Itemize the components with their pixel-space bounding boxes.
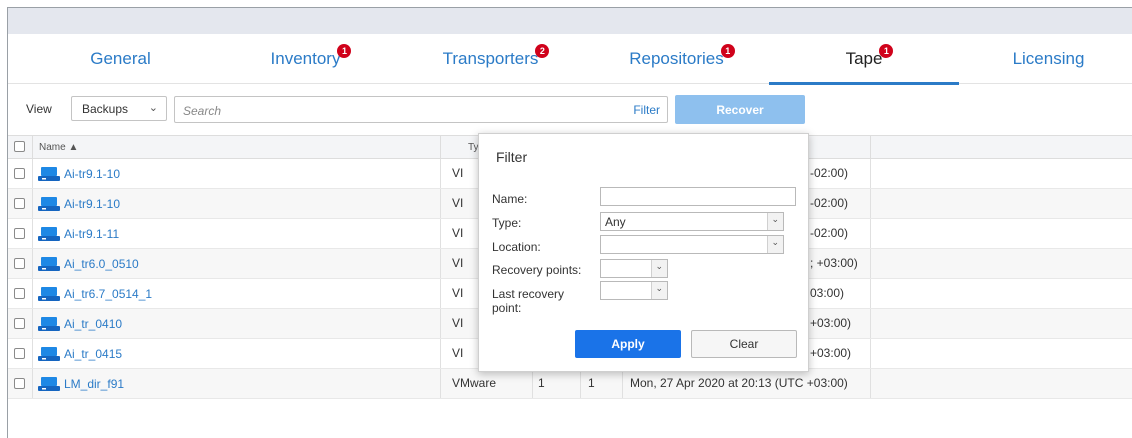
table-row[interactable]: LM_dir_f91 VMware 1 1 Mon, 27 Apr 2020 a…: [8, 369, 1132, 399]
tab-licensing[interactable]: Licensing: [965, 34, 1132, 84]
row-type: VI: [452, 256, 464, 270]
apply-button[interactable]: Apply: [575, 330, 681, 358]
filter-title: Filter: [496, 149, 528, 165]
chevron-down-icon: ⌄: [655, 261, 663, 271]
row-checkbox[interactable]: [14, 228, 25, 239]
row-checkbox[interactable]: [14, 168, 25, 179]
backup-name-link[interactable]: LM_dir_f91: [64, 377, 124, 391]
row-last-recovery-point: ; +03:00): [810, 256, 858, 270]
row-checkbox[interactable]: [14, 378, 25, 389]
last-recovery-point-label: Last recovery point:: [492, 287, 564, 315]
row-last-recovery-point: -02:00): [810, 196, 849, 210]
tape-icon: [38, 197, 60, 211]
notification-badge: 1: [720, 44, 735, 58]
row-type: VI: [452, 166, 464, 180]
name-field[interactable]: [600, 187, 796, 206]
column-header-name[interactable]: Name ▲: [39, 142, 78, 153]
search-placeholder: Search: [183, 104, 222, 118]
tape-icon: [38, 167, 60, 181]
tab-label: Inventory: [270, 49, 341, 68]
chevron-down-icon: ⌄: [771, 214, 779, 224]
toolbar: View Backups ⌄ Search Filter Recover: [8, 84, 1132, 134]
tab-bar: General Inventory 1 Transporters 2 Reposit…: [8, 34, 1132, 85]
row-type: VI: [452, 286, 464, 300]
column-header-type[interactable]: Ty: [468, 142, 479, 153]
tab-tape[interactable]: Tape 1: [769, 34, 959, 85]
row-count: 1: [588, 376, 595, 390]
tape-icon: [38, 227, 60, 241]
column-divider: [32, 136, 33, 159]
row-last-recovery-point: Mon, 27 Apr 2020 at 20:13 (UTC +03:00): [630, 376, 848, 390]
view-label: View: [26, 102, 52, 116]
row-checkbox[interactable]: [14, 318, 25, 329]
row-type: VMware: [452, 376, 497, 390]
location-label: Location:: [492, 240, 541, 254]
tape-icon: [38, 347, 60, 361]
view-select[interactable]: Backups ⌄: [71, 96, 167, 121]
row-recovery-points: 1: [538, 376, 545, 390]
view-select-value: Backups: [82, 102, 129, 116]
last-recovery-point-select[interactable]: ⌄: [600, 281, 668, 300]
name-label: Name:: [492, 192, 528, 206]
tape-icon: [38, 317, 60, 331]
chevron-down-icon: ⌄: [148, 102, 158, 114]
row-last-recovery-point: 03:00): [810, 286, 845, 300]
tab-label: Tape: [845, 49, 883, 68]
row-type: VI: [452, 226, 464, 240]
type-label: Type:: [492, 216, 522, 230]
tab-label: General: [90, 49, 151, 68]
tape-icon: [38, 377, 60, 391]
label-line: Last recovery: [492, 287, 565, 301]
notification-badge: 1: [337, 44, 352, 58]
row-checkbox[interactable]: [14, 288, 25, 299]
chevron-down-icon: ⌄: [771, 237, 779, 247]
backup-name-link[interactable]: Ai-tr9.1-10: [64, 167, 120, 181]
column-divider: [440, 136, 441, 159]
chevron-down-icon: ⌄: [655, 283, 663, 293]
location-select[interactable]: ⌄: [600, 235, 784, 254]
tab-label: Repositories: [629, 49, 724, 68]
notification-badge: 1: [879, 44, 894, 58]
clear-button[interactable]: Clear: [691, 330, 797, 358]
row-type: VI: [452, 196, 464, 210]
backup-name-link[interactable]: Ai-tr9.1-10: [64, 197, 120, 211]
tab-label: Licensing: [1012, 49, 1085, 68]
recover-button[interactable]: Recover: [675, 95, 805, 124]
backup-name-link[interactable]: Ai_tr_0415: [64, 347, 122, 361]
row-type: VI: [452, 316, 464, 330]
row-last-recovery-point: -02:00): [810, 166, 849, 180]
top-bar: [8, 8, 1132, 34]
tab-label: Transporters: [442, 49, 539, 68]
column-header-label: Name: [39, 142, 66, 153]
notification-badge: 2: [535, 44, 550, 58]
backup-name-link[interactable]: Ai_tr_0410: [64, 317, 122, 331]
recovery-points-label: Recovery points:: [492, 263, 582, 277]
filter-link[interactable]: Filter: [633, 103, 660, 117]
filter-popup: Filter Name: Type: Any ⌄ Location: ⌄ Rec…: [478, 133, 809, 372]
backup-name-link[interactable]: Ai-tr9.1-11: [64, 227, 119, 241]
type-select[interactable]: Any ⌄: [600, 212, 784, 231]
select-all-checkbox[interactable]: [14, 141, 25, 152]
row-last-recovery-point: +03:00): [810, 316, 852, 330]
row-checkbox[interactable]: [14, 348, 25, 359]
type-select-value: Any: [605, 215, 626, 229]
row-last-recovery-point: -02:00): [810, 226, 849, 240]
label-line: point:: [492, 301, 522, 315]
row-checkbox[interactable]: [14, 258, 25, 269]
row-checkbox[interactable]: [14, 198, 25, 209]
tape-icon: [38, 257, 60, 271]
row-type: VI: [452, 346, 464, 360]
tab-repositories[interactable]: Repositories 1: [564, 34, 789, 84]
recovery-points-select[interactable]: ⌄: [600, 259, 668, 278]
column-divider: [870, 136, 871, 159]
backup-name-link[interactable]: Ai_tr6.7_0514_1: [64, 287, 152, 301]
search-input[interactable]: Search Filter: [174, 96, 668, 123]
tape-icon: [38, 287, 60, 301]
row-last-recovery-point: +03:00): [810, 346, 852, 360]
backup-name-link[interactable]: Ai_tr6.0_0510: [64, 257, 139, 271]
